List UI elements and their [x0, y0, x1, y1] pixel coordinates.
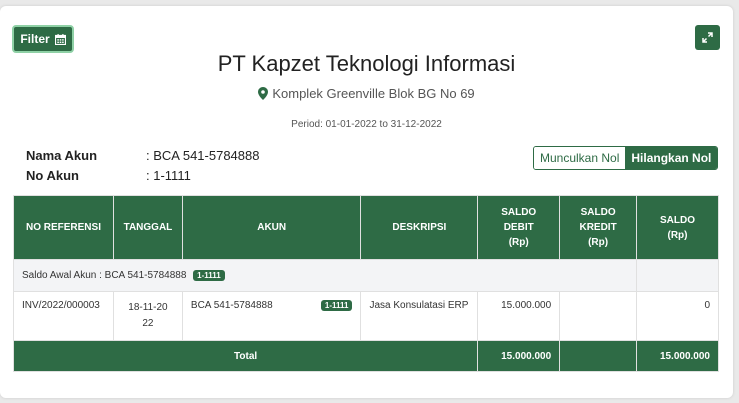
table-header-row: NO REFERENSI TANGGAL AKUN DESKRIPSI SALD… — [13, 195, 719, 260]
total-debit: 15.000.000 — [477, 340, 561, 372]
cell-ref: INV/2022/000003 — [13, 291, 114, 341]
company-name: PT Kapzet Teknologi Informasi — [217, 51, 516, 76]
account-name-row: Nama Akun : BCA 541-5784888 — [26, 148, 259, 163]
header-account: AKUN — [181, 195, 362, 260]
header-description: DESKRIPSI — [360, 195, 479, 260]
map-marker-icon — [258, 87, 269, 100]
cell-account-name: BCA 541-5784888 — [190, 300, 273, 311]
opening-balance-label: Saldo Awal Akun : BCA 541-5784888 — [22, 270, 187, 281]
header-debit: SALDO DEBIT (Rp) — [477, 195, 561, 260]
zero-toggle: Munculkan Nol Hilangkan Nol — [533, 146, 719, 170]
expand-button[interactable] — [695, 25, 720, 50]
account-name-label: Nama Akun — [26, 148, 98, 163]
cell-account: BCA 541-5784888 1-1111 — [181, 291, 362, 341]
ledger-table: NO REFERENSI TANGGAL AKUN DESKRIPSI SALD… — [12, 195, 719, 372]
account-no-row: No Akun : 1-1111 — [26, 168, 191, 183]
total-label: Total — [12, 340, 479, 372]
show-zero-button[interactable]: Munculkan Nol — [534, 147, 626, 169]
total-row: Total 15.000.000 15.000.000 — [12, 340, 719, 372]
header-ref: NO REFERENSI — [13, 195, 114, 260]
filter-label: Filter — [20, 32, 50, 46]
cell-account-badge: 1-1111 — [320, 300, 353, 311]
header-balance: SALDO (Rp) — [636, 195, 719, 260]
cell-date: 18-11-2022 — [112, 291, 183, 341]
account-no-value: : 1-1111 — [146, 168, 191, 183]
hide-zero-button[interactable]: Hilangkan Nol — [625, 147, 718, 169]
account-name-value: : BCA 541-5784888 — [146, 148, 260, 163]
cell-balance: 0 — [636, 291, 719, 341]
account-no-label: No Akun — [26, 168, 79, 183]
calendar-icon — [54, 33, 66, 45]
cell-credit — [559, 291, 638, 341]
opening-balance-value — [636, 259, 719, 292]
header-credit: SALDO KREDIT (Rp) — [559, 195, 638, 260]
expand-icon — [702, 32, 713, 43]
total-balance: 15.000.000 — [636, 340, 719, 372]
opening-balance-cell: Saldo Awal Akun : BCA 541-5784888 1-1111 — [12, 259, 638, 292]
header-date: TANGGAL — [112, 195, 183, 260]
cell-description: Jasa Konsulatasi ERP — [360, 291, 479, 341]
opening-balance-row: Saldo Awal Akun : BCA 541-5784888 1-1111 — [12, 259, 719, 292]
cell-debit: 15.000.000 — [477, 291, 561, 341]
address-text: Komplek Greenville Blok BG No 69 — [272, 86, 475, 101]
table-row: INV/2022/000003 18-11-2022 BCA 541-57848… — [13, 291, 719, 341]
company-address: Komplek Greenville Blok BG No 69 — [0, 86, 733, 101]
opening-account-badge: 1-1111 — [193, 270, 225, 281]
total-credit — [559, 340, 638, 372]
report-card: Filter PT Kapzet Teknologi Informasi Kom… — [0, 6, 733, 398]
period-text: Period: 01-01-2022 to 31-12-2022 — [291, 119, 442, 130]
filter-button[interactable]: Filter — [12, 25, 74, 53]
